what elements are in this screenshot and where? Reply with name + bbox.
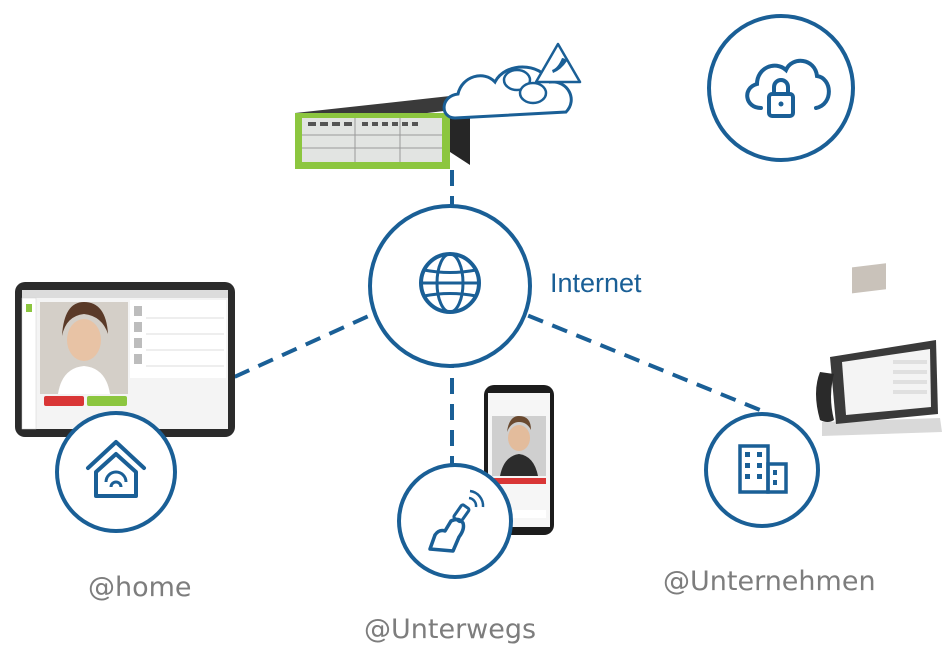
unterwegs-label: @Unterwegs: [364, 614, 537, 645]
internet-label: Internet: [550, 268, 642, 298]
mobile-person-icon: [397, 463, 513, 579]
desk-phone-device: [816, 263, 942, 436]
network-diagram: [15, 14, 942, 579]
home-wifi-icon: [55, 411, 177, 533]
unternehmen-label: @Unternehmen: [663, 566, 876, 597]
globe-icon: [368, 204, 532, 368]
home-label: @home: [88, 572, 192, 603]
cloud-chat-icon: [442, 42, 582, 120]
office-building-icon: [704, 412, 820, 528]
cloud-lock-icon: [707, 14, 855, 162]
